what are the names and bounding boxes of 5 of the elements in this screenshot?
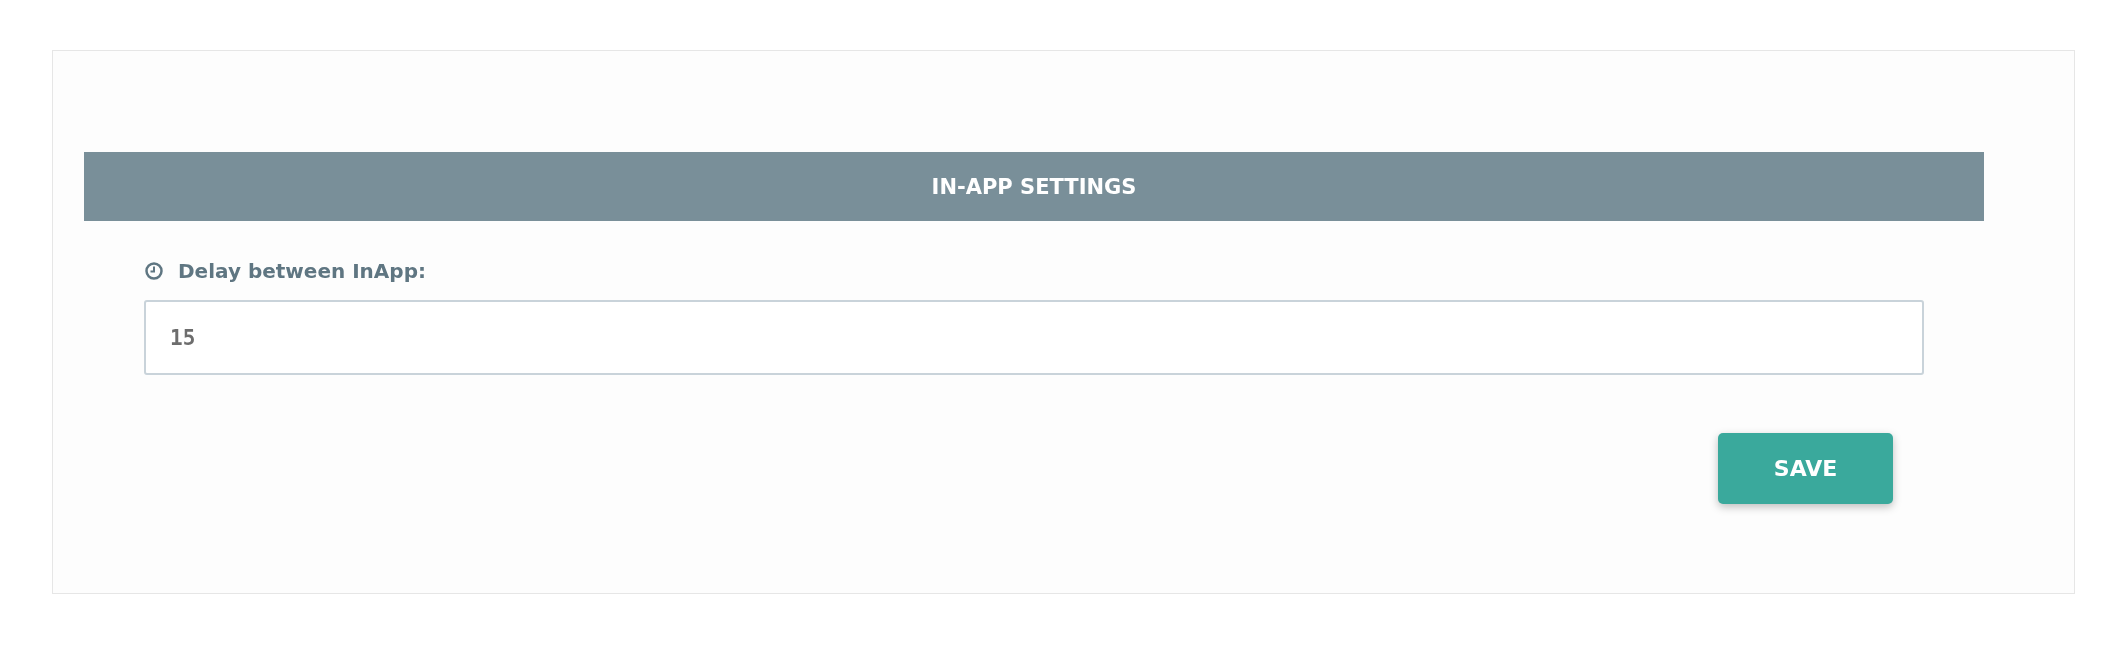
delay-input[interactable]: 15 [144,300,1924,375]
panel-header: IN-APP SETTINGS [84,152,1984,221]
save-button[interactable]: SAVE [1718,433,1893,504]
field-label: Delay between InApp: [178,259,426,283]
clock-icon [144,261,164,281]
